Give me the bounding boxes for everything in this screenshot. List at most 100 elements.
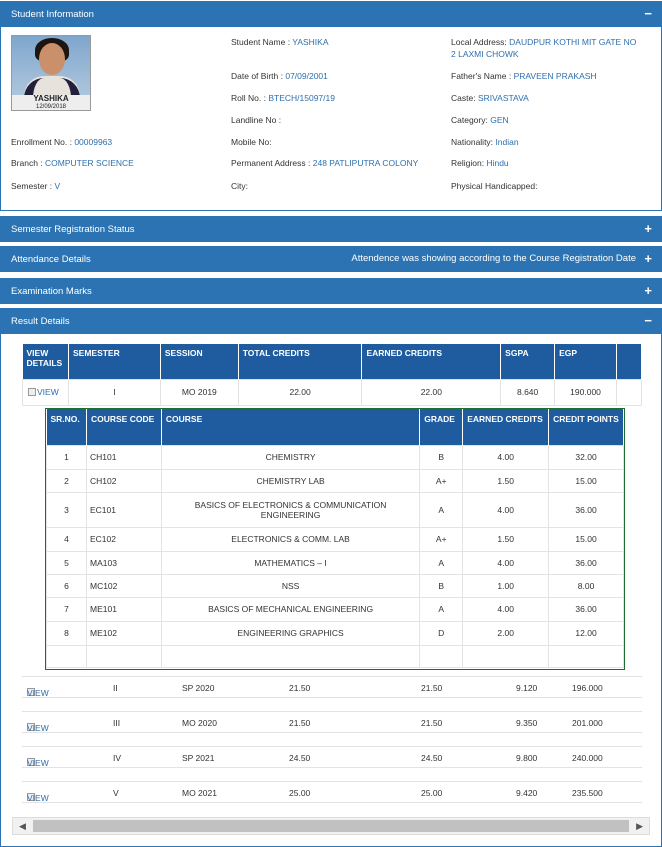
landline-field: Landline No : bbox=[231, 114, 281, 126]
branch-field: Branch : COMPUTER SCIENCE bbox=[11, 157, 134, 169]
physical-handicapped-field: Physical Handicapped: bbox=[451, 180, 537, 192]
result-details-header[interactable]: Result Details − bbox=[0, 308, 662, 334]
course-name-cell: CHEMISTRY bbox=[160, 444, 421, 470]
city-field: City: bbox=[231, 180, 248, 192]
empty-cell bbox=[548, 644, 624, 668]
empty-cell bbox=[160, 644, 421, 668]
col-semester: SEMESTER bbox=[68, 344, 161, 379]
category-label: Category: bbox=[451, 115, 488, 125]
col-earned-credits: EARNED CREDITS bbox=[361, 344, 502, 379]
dob-label: Date of Birth : bbox=[231, 71, 283, 81]
sr-no-cell: 6 bbox=[46, 573, 87, 598]
examination-marks-title: Examination Marks bbox=[11, 285, 92, 297]
grade-cell: A bbox=[419, 550, 464, 575]
session-cell: MO 2020 bbox=[182, 718, 217, 728]
local-address-label: Local Address: bbox=[451, 37, 507, 47]
course-name-cell: ELECTRONICS & COMM. LAB bbox=[160, 526, 421, 552]
plus-icon[interactable]: + bbox=[644, 252, 652, 265]
course-header-row: SR.NO. COURSE CODE COURSE GRADE EARNED C… bbox=[46, 409, 624, 445]
col-sgpa: SGPA bbox=[500, 344, 556, 379]
branch-label: Branch : bbox=[11, 158, 43, 168]
result-details-title: Result Details bbox=[11, 315, 70, 327]
earned-credits-cell: 2.00 bbox=[462, 620, 550, 646]
empty-cell bbox=[85, 644, 162, 668]
roll-field: Roll No. : BTECH/15097/19 bbox=[231, 92, 335, 104]
examination-marks-header[interactable]: Examination Marks + bbox=[0, 278, 662, 304]
earned-credits-cell: 25.00 bbox=[421, 788, 443, 798]
course-code-cell: EC102 bbox=[85, 526, 162, 552]
view-label: VIEW bbox=[27, 758, 49, 768]
scrollbar-thumb[interactable] bbox=[33, 820, 629, 832]
credit-points-cell: 36.00 bbox=[548, 491, 624, 528]
mobile-field: Mobile No: bbox=[231, 136, 272, 148]
grade-cell: A+ bbox=[419, 468, 464, 493]
col-credit-points: CREDIT POINTS bbox=[548, 409, 624, 445]
col-grade: GRADE bbox=[419, 409, 464, 445]
local-address-line1: DAUDPUR KOTHI MIT GATE NO bbox=[509, 37, 637, 47]
course-body: 1 CH101 CHEMISTRY B 4.00 32.00 2 CH102 CHEMISTRY… bbox=[46, 444, 624, 668]
physical-handicapped-label: Physical Handicapped: bbox=[451, 181, 538, 191]
attendance-details-header[interactable]: Attendance Details Attendence was showin… bbox=[0, 246, 662, 272]
grade-cell: B bbox=[419, 573, 464, 598]
nationality-field: Nationality: Indian bbox=[451, 136, 519, 148]
semester-results-table: VIEW DETAILS SEMESTER SESSION TOTAL CRED… bbox=[22, 344, 643, 406]
earned-credits-cell: 21.50 bbox=[421, 683, 443, 693]
total-credits-cell: 21.50 bbox=[289, 683, 311, 693]
religion-value: Hindu bbox=[486, 158, 509, 168]
earned-credits-cell: 1.50 bbox=[462, 526, 550, 552]
photo-caption: YASHIKA 12/09/2018 bbox=[12, 95, 90, 110]
semester-registration-header[interactable]: Semester Registration Status + bbox=[0, 216, 662, 242]
local-address-line2: 2 LAXMI CHOWK bbox=[451, 49, 519, 59]
credit-points-cell: 36.00 bbox=[548, 550, 624, 575]
triangle-left-icon[interactable]: ◀ bbox=[19, 821, 26, 832]
father-value: PRAVEEN PRAKASH bbox=[513, 71, 597, 81]
horizontal-scrollbar[interactable]: ◀ ▶ bbox=[12, 817, 650, 835]
col-extra bbox=[616, 344, 643, 379]
permanent-address-field: Permanent Address : 248 PATLIPUTRA COLON… bbox=[231, 157, 418, 169]
plus-icon[interactable]: + bbox=[644, 222, 652, 235]
attendance-details-title: Attendance Details bbox=[11, 253, 91, 265]
mobile-label: Mobile No: bbox=[231, 137, 272, 147]
dob-value: 07/09/2001 bbox=[285, 71, 328, 81]
religion-label: Religion: bbox=[451, 158, 485, 168]
total-credits-cell: 22.00 bbox=[237, 378, 363, 406]
col-session: SESSION bbox=[160, 344, 239, 379]
minus-icon[interactable]: − bbox=[644, 314, 652, 327]
semester-cell: II bbox=[113, 683, 118, 693]
triangle-right-icon[interactable]: ▶ bbox=[636, 821, 643, 832]
session-cell: MO 2019 bbox=[159, 378, 239, 406]
course-code-cell: ME101 bbox=[85, 596, 162, 622]
grade-cell: D bbox=[419, 620, 464, 646]
minus-icon[interactable]: − bbox=[644, 7, 652, 20]
grade-cell: B bbox=[419, 444, 464, 470]
sgpa-cell: 9.350 bbox=[516, 718, 538, 728]
course-code-cell: ME102 bbox=[85, 620, 162, 646]
egp-cell: 201.000 bbox=[572, 718, 603, 728]
earned-credits-cell: 4.00 bbox=[462, 550, 550, 575]
semester-field: Semester : V bbox=[11, 180, 60, 192]
student-information-header[interactable]: Student Information − bbox=[0, 1, 662, 27]
view-label: VIEW bbox=[27, 793, 49, 803]
semester-cell: III bbox=[113, 718, 121, 728]
total-credits-cell: 24.50 bbox=[289, 753, 311, 763]
view-label: VIEW bbox=[27, 688, 49, 698]
course-row: 5 MA103 MATHEMATICS – I A 4.00 36.00 bbox=[46, 550, 624, 575]
credit-points-cell: 36.00 bbox=[548, 596, 624, 622]
egp-cell: 240.000 bbox=[572, 753, 603, 763]
photo-caption-name: YASHIKA bbox=[33, 94, 69, 103]
roll-label: Roll No. : bbox=[231, 93, 266, 103]
view-button-1[interactable]: VIEW bbox=[28, 387, 59, 397]
plus-icon[interactable]: + bbox=[644, 284, 652, 297]
semester-row-5: VIEW V MO 2021 25.00 25.00 9.420 235.500 bbox=[22, 781, 642, 803]
credit-points-cell: 12.00 bbox=[548, 620, 624, 646]
credit-points-cell: 32.00 bbox=[548, 444, 624, 470]
course-code-cell: MC102 bbox=[85, 573, 162, 598]
extra-cell bbox=[615, 378, 643, 406]
semester-value: V bbox=[54, 181, 61, 191]
semester-row-1: VIEW I MO 2019 22.00 22.00 8.640 190.000 bbox=[22, 378, 643, 406]
course-row: 4 EC102 ELECTRONICS & COMM. LAB A+ 1.50 15.00 bbox=[46, 526, 624, 552]
grade-cell: A+ bbox=[419, 526, 464, 552]
caste-value: SRIVASTAVA bbox=[477, 93, 529, 103]
course-code-cell: MA103 bbox=[85, 550, 162, 575]
caste-label: Caste: bbox=[451, 93, 476, 103]
